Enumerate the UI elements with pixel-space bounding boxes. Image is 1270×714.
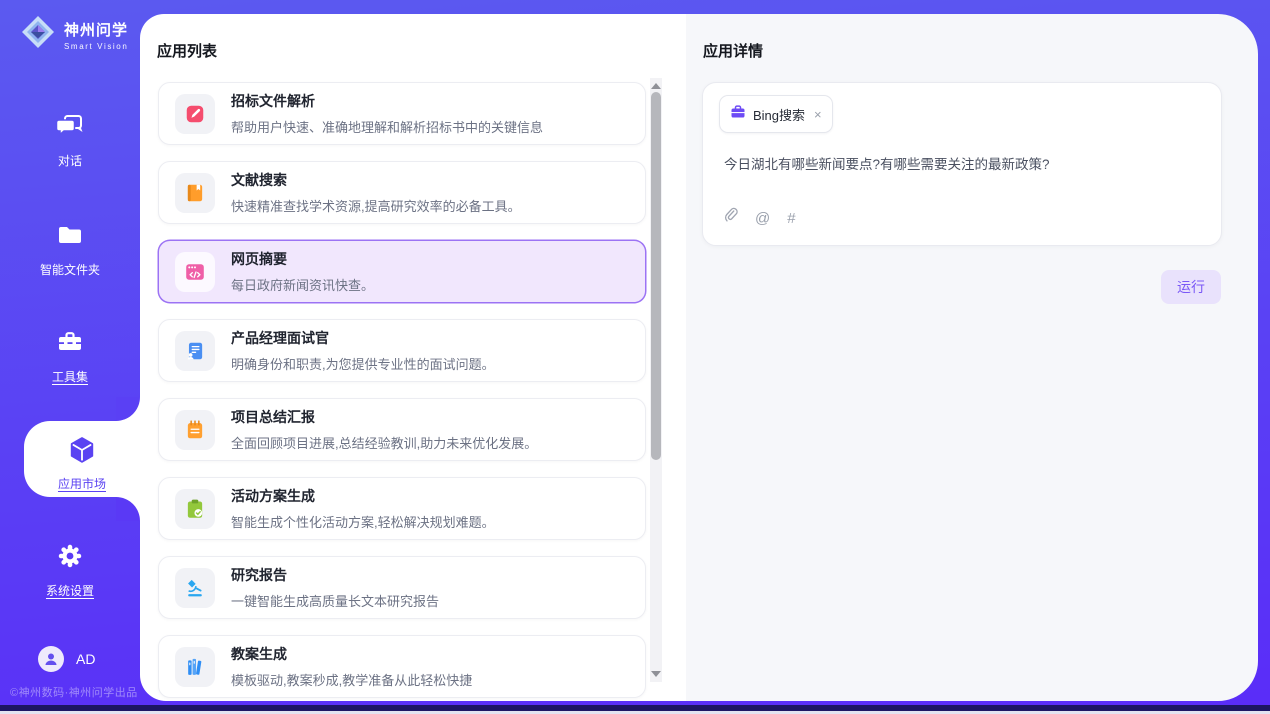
- user-account[interactable]: AD: [38, 646, 95, 672]
- sidebar-item-settings[interactable]: 系统设置: [0, 542, 140, 599]
- toolbox-icon: [56, 343, 84, 360]
- clipboard-check-icon: [175, 489, 215, 529]
- scroll-up-icon[interactable]: [651, 83, 661, 89]
- app-card[interactable]: 网页摘要 每日政府新闻资讯快查。: [158, 240, 646, 303]
- prompt-input-card[interactable]: Bing搜索 × 今日湖北有哪些新闻要点?有哪些需要关注的最新政策? @ #: [702, 82, 1222, 246]
- main-content: 应用列表 招标文件解析 帮助用户快速、准确地理解和解析招标书中的关键信息 文献搜…: [140, 14, 1258, 701]
- interview-icon: [175, 331, 215, 371]
- tool-chip-bing-search[interactable]: Bing搜索 ×: [719, 95, 833, 133]
- app-card[interactable]: 教案生成 模板驱动,教案秒成,教学准备从此轻松快捷: [158, 635, 646, 698]
- sidebar-item-toolset[interactable]: 工具集: [0, 328, 140, 385]
- sidebar-item-label: 工具集: [0, 368, 140, 385]
- app-card-title: 产品经理面试官: [231, 328, 495, 348]
- edit-document-icon: [175, 94, 215, 134]
- app-list-title: 应用列表: [157, 40, 217, 61]
- hash-icon[interactable]: #: [787, 210, 795, 227]
- paperclip-icon[interactable]: [723, 207, 738, 229]
- brand-subtitle: Smart Vision: [64, 42, 128, 51]
- app-card-desc: 模板驱动,教案秒成,教学准备从此轻松快捷: [231, 670, 472, 689]
- briefcase-icon: [730, 104, 746, 124]
- sidebar: 神州问学 Smart Vision 对话 智能文件夹: [0, 0, 140, 714]
- brand-logo: 神州问学 Smart Vision: [20, 14, 128, 55]
- chat-icon: [55, 127, 85, 144]
- sidebar-item-app-market[interactable]: 应用市场: [24, 421, 140, 497]
- app-details-panel: 应用详情 Bing搜索 × 今日湖北有哪些新闻要点?有哪些需要关注的最新政策?: [686, 14, 1258, 701]
- app-card-title: 文献搜索: [231, 170, 521, 190]
- cube-icon: [66, 453, 98, 470]
- app-card-title: 项目总结汇报: [231, 407, 537, 427]
- input-toolbar: @ #: [723, 207, 796, 229]
- app-window: 神州问学 Smart Vision 对话 智能文件夹: [0, 0, 1270, 714]
- user-initials: AD: [76, 651, 95, 667]
- app-card-desc: 帮助用户快速、准确地理解和解析招标书中的关键信息: [231, 117, 543, 136]
- app-card[interactable]: 招标文件解析 帮助用户快速、准确地理解和解析招标书中的关键信息: [158, 82, 646, 145]
- app-card-desc: 明确身份和职责,为您提供专业性的面试问题。: [231, 354, 495, 373]
- sidebar-item-label: 对话: [0, 152, 140, 169]
- app-card[interactable]: 研究报告 一键智能生成高质量长文本研究报告: [158, 556, 646, 619]
- sidebar-item-chat[interactable]: 对话: [0, 112, 140, 169]
- scroll-down-icon[interactable]: [651, 671, 661, 677]
- sidebar-item-label: 系统设置: [0, 582, 140, 599]
- sidebar-item-label: 智能文件夹: [0, 261, 140, 278]
- app-card[interactable]: 文献搜索 快速精准查找学术资源,提高研究效率的必备工具。: [158, 161, 646, 224]
- bubble-curve-bottom: [116, 497, 140, 521]
- books-icon: [175, 647, 215, 687]
- run-button[interactable]: 运行: [1161, 270, 1221, 304]
- app-card-desc: 全面回顾项目进展,总结经验教训,助力未来优化发展。: [231, 433, 537, 452]
- prompt-question-text[interactable]: 今日湖北有哪些新闻要点?有哪些需要关注的最新政策?: [724, 153, 1050, 173]
- app-card-title: 研究报告: [231, 565, 439, 585]
- brand-name: 神州问学: [64, 19, 128, 40]
- at-icon[interactable]: @: [755, 210, 770, 227]
- app-card-desc: 一键智能生成高质量长文本研究报告: [231, 591, 439, 610]
- browser-code-icon: [175, 252, 215, 292]
- app-card-title: 活动方案生成: [231, 486, 495, 506]
- sidebar-item-smart-folder[interactable]: 智能文件夹: [0, 221, 140, 278]
- sidebar-item-label: 应用市场: [24, 475, 140, 492]
- close-icon[interactable]: ×: [814, 108, 822, 121]
- app-card-desc: 智能生成个性化活动方案,轻松解决规划难题。: [231, 512, 495, 531]
- notepad-icon: [175, 410, 215, 450]
- app-card[interactable]: 项目总结汇报 全面回顾项目进展,总结经验教训,助力未来优化发展。: [158, 398, 646, 461]
- app-card-title: 网页摘要: [231, 249, 374, 269]
- copyright-footer: ©神州数码·神州问学出品: [10, 684, 138, 700]
- app-card[interactable]: 活动方案生成 智能生成个性化活动方案,轻松解决规划难题。: [158, 477, 646, 540]
- microscope-icon: [175, 568, 215, 608]
- app-details-title: 应用详情: [703, 40, 763, 61]
- gear-icon: [56, 557, 84, 574]
- app-list-panel: 应用列表 招标文件解析 帮助用户快速、准确地理解和解析招标书中的关键信息 文献搜…: [140, 14, 686, 701]
- tool-chip-label: Bing搜索: [753, 105, 805, 124]
- gem-logo-icon: [20, 14, 56, 55]
- app-card[interactable]: 产品经理面试官 明确身份和职责,为您提供专业性的面试问题。: [158, 319, 646, 382]
- app-card-desc: 每日政府新闻资讯快查。: [231, 275, 374, 294]
- scrollbar-thumb[interactable]: [651, 92, 661, 460]
- app-card-list: 招标文件解析 帮助用户快速、准确地理解和解析招标书中的关键信息 文献搜索 快速精…: [158, 82, 646, 701]
- bubble-curve-top: [116, 397, 140, 421]
- book-icon: [175, 173, 215, 213]
- app-card-title: 教案生成: [231, 644, 472, 664]
- avatar: [38, 646, 64, 672]
- folder-icon: [56, 236, 84, 253]
- app-card-desc: 快速精准查找学术资源,提高研究效率的必备工具。: [231, 196, 521, 215]
- list-scrollbar[interactable]: [650, 78, 662, 682]
- app-card-title: 招标文件解析: [231, 91, 543, 111]
